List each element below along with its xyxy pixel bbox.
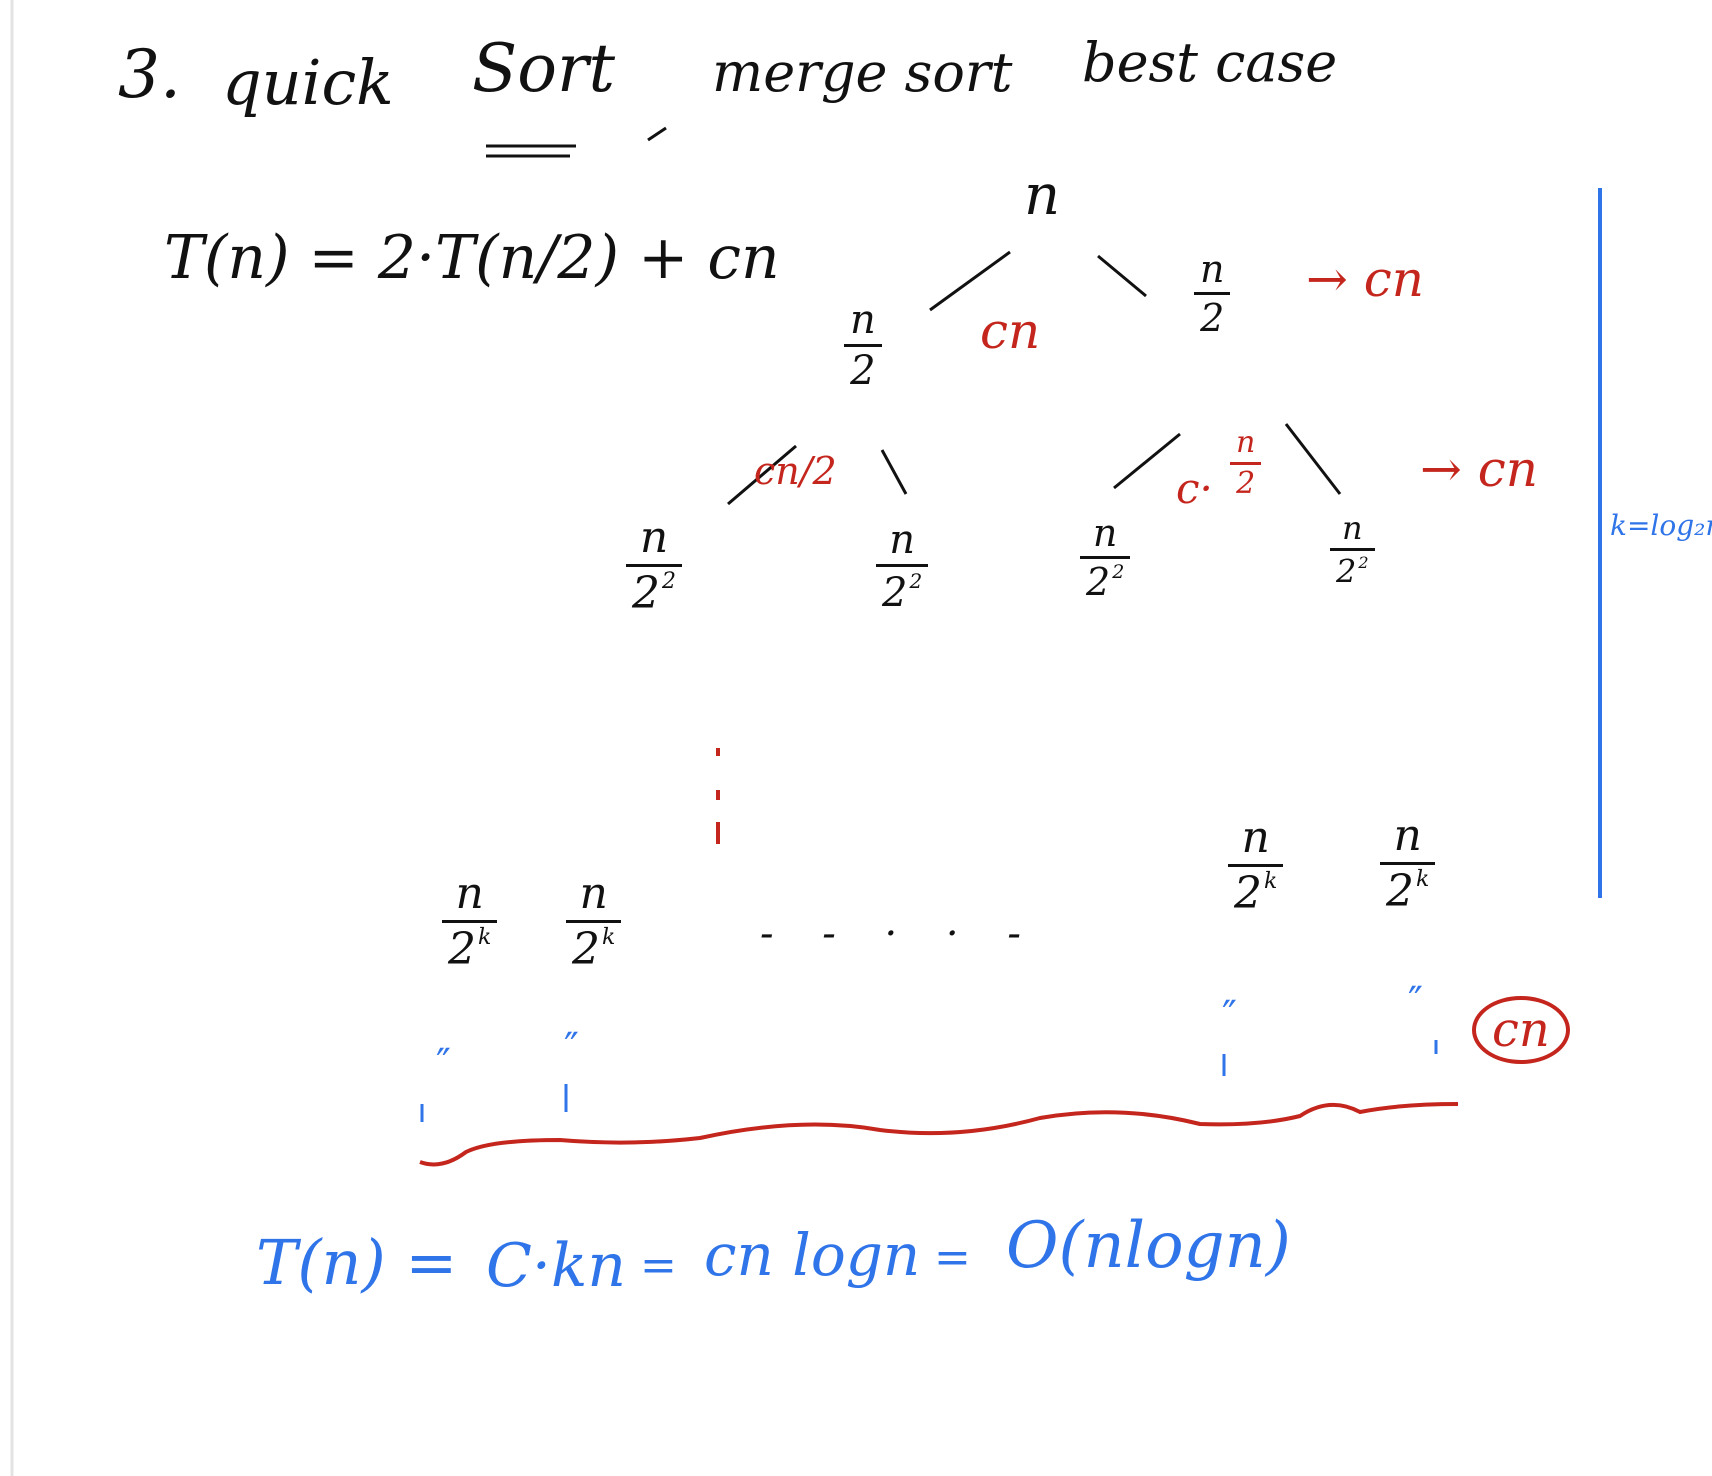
comma-stroke <box>647 126 667 142</box>
heading-merge-sort: merge sort <box>712 41 1013 104</box>
tree-node-l2-4: n 22 <box>1330 512 1375 587</box>
row-cost-l2: → cn <box>1420 440 1538 498</box>
heading-number: 3. <box>118 36 181 113</box>
heading-quick: quick <box>222 46 394 119</box>
ditto-mark-2: ″ <box>564 1025 579 1071</box>
tree-cost-l2-left: cn/2 <box>754 449 837 493</box>
result-ckn: C·kn <box>486 1231 626 1301</box>
result-big-o: O(nlogn) <box>1006 1209 1291 1283</box>
tree-edge-l2-2 <box>880 449 908 495</box>
tree-node-l2-2: n 22 <box>876 520 929 613</box>
ditto-mark-3: ″ <box>1222 993 1237 1039</box>
tree-edge-root-right <box>1097 254 1147 298</box>
tree-node-l1-right: n 2 <box>1194 250 1231 337</box>
ditto-mark-1: ″ <box>436 1041 451 1087</box>
leaf-ellipsis: - - · · - <box>760 911 1039 957</box>
tree-cost-l2-right-prefix: c· <box>1176 464 1213 513</box>
total-leaf-cost: cn <box>1492 1002 1550 1058</box>
heading-best-case: best case <box>1082 31 1338 94</box>
tree-edge-l2-3 <box>1113 432 1181 490</box>
tree-leaf-2: n 2k <box>566 872 622 972</box>
tree-cost-l1: cn <box>980 302 1041 360</box>
result-cn-logn: cn logn <box>704 1221 921 1289</box>
tree-edge-l2-4 <box>1284 423 1342 495</box>
tree-node-l1-left: n 2 <box>844 300 882 391</box>
total-leaf-cost-circle: cn <box>1472 996 1570 1064</box>
ditto-mark-4: ″ <box>1408 979 1423 1025</box>
whiteboard-canvas: 3. quick Sort merge sort best case T(n) … <box>0 0 1712 1476</box>
tree-root: n <box>1024 163 1061 228</box>
result-eq-2: = <box>934 1232 971 1283</box>
tree-node-l2-3: n 22 <box>1080 514 1131 601</box>
result-t: T(n) = <box>256 1226 458 1299</box>
height-label: k=log₂n <box>1610 509 1712 542</box>
red-wavy-line <box>419 1102 1459 1167</box>
tree-leaf-1: n 2k <box>442 872 498 972</box>
row-cost-l1: → cn <box>1306 250 1424 308</box>
recurrence-formula: T(n) = 2·T(n/2) + cn <box>164 223 780 293</box>
heading-sort: Sort <box>472 30 616 107</box>
result-eq-1: = <box>640 1240 677 1291</box>
tree-leaf-4: n 2k <box>1380 814 1436 914</box>
tree-cost-l2-right-frac: n 2 <box>1230 428 1262 499</box>
tree-node-l2-1: n 22 <box>626 516 682 616</box>
tree-leaf-3: n 2k <box>1228 816 1284 916</box>
